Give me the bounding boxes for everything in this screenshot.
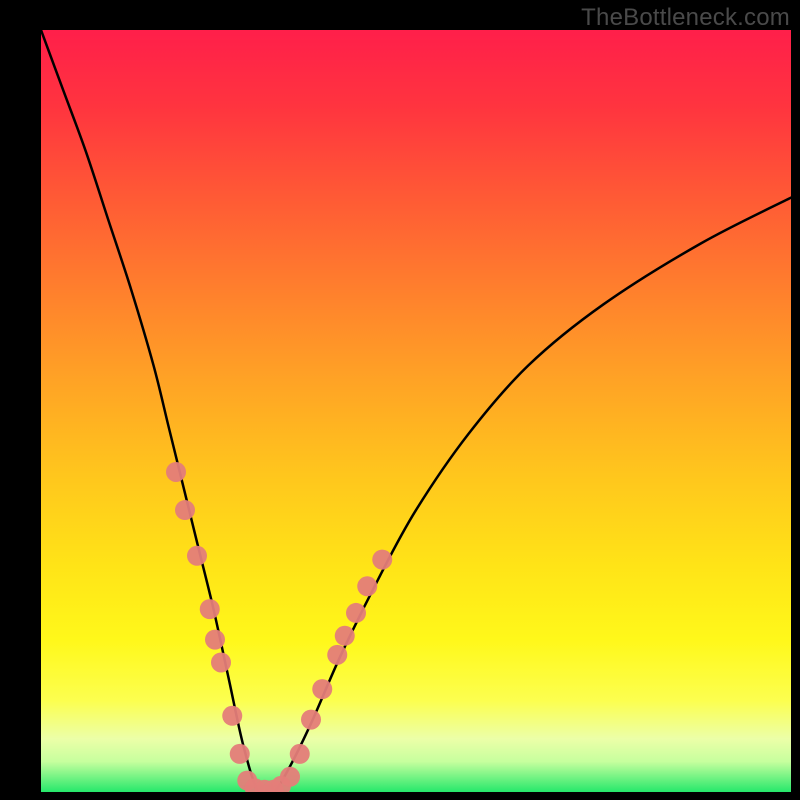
marker-point (335, 626, 355, 646)
marker-point (222, 706, 242, 726)
marker-point (312, 679, 332, 699)
marker-point (372, 550, 392, 570)
marker-point (346, 603, 366, 623)
plot-area (41, 30, 791, 792)
marker-point (175, 500, 195, 520)
marker-point (327, 645, 347, 665)
marker-point (301, 710, 321, 730)
marker-point (280, 767, 300, 787)
marker-point (290, 744, 310, 764)
marker-point (211, 652, 231, 672)
watermark-text: TheBottleneck.com (581, 4, 790, 32)
marker-point (187, 546, 207, 566)
chart-frame: TheBottleneck.com (0, 0, 800, 800)
marker-point (230, 744, 250, 764)
marker-point (166, 462, 186, 482)
marker-point (357, 576, 377, 596)
curve-svg (41, 30, 791, 792)
marker-point (205, 630, 225, 650)
bottleneck-curve (41, 30, 791, 792)
marker-point (200, 599, 220, 619)
highlighted-points (166, 462, 392, 792)
